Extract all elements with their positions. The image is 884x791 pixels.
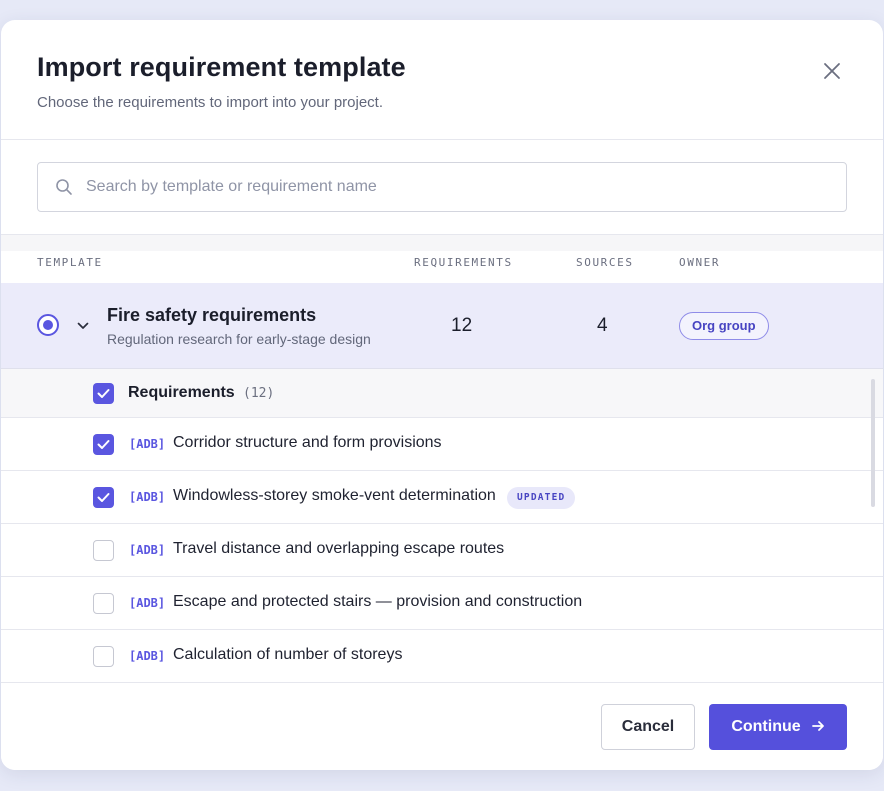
requirement-checkbox[interactable] [93,593,114,614]
dialog-title: Import requirement template [37,52,406,82]
column-header-sources: SOURCES [576,256,634,269]
updated-badge: UPDATED [507,487,576,509]
template-radio[interactable] [37,314,59,336]
template-row[interactable]: Fire safety requirements Regulation rese… [1,283,883,369]
requirement-checkbox[interactable] [93,540,114,561]
requirement-row[interactable]: [ADB] Travel distance and overlapping es… [1,524,883,577]
search-section [1,140,883,235]
search-input[interactable] [86,163,826,211]
section-divider [1,235,883,251]
requirement-checkbox[interactable] [93,646,114,667]
owner-badge: Org group [679,312,769,340]
table-header: TEMPLATE REQUIREMENTS SOURCES OWNER [1,251,883,283]
column-header-template: TEMPLATE [37,256,103,269]
requirement-row[interactable]: [ADB] Calculation of number of storeys [1,630,883,683]
requirements-list: Requirements (12) [ADB] Corridor structu… [1,369,883,683]
group-count: (12) [243,386,275,401]
requirement-label: Calculation of number of storeys [173,646,403,663]
group-label: Requirements [128,384,235,401]
requirement-checkbox[interactable] [93,487,114,508]
requirement-tag: [ADB] [129,596,166,610]
arrow-right-icon [811,721,824,731]
search-box [37,162,847,212]
requirement-label: Windowless-storey smoke-vent determinati… [173,487,496,504]
requirement-tag: [ADB] [129,649,166,663]
chevron-down-icon[interactable] [76,319,90,333]
requirement-label: Escape and protected stairs — provision … [173,593,583,610]
requirement-label: Corridor structure and form provisions [173,434,442,451]
dialog-footer: Cancel Continue [1,682,883,770]
import-template-dialog: Import requirement template Choose the r… [1,20,883,770]
list-scrollbar[interactable] [871,379,875,507]
template-description: Regulation research for early-stage desi… [107,331,371,347]
dialog-header: Import requirement template Choose the r… [1,20,883,140]
column-header-requirements: REQUIREMENTS [414,256,513,269]
requirement-tag: [ADB] [129,437,166,451]
column-header-owner: OWNER [679,256,721,269]
continue-label: Continue [731,718,801,735]
template-sources-count: 4 [597,315,608,336]
requirements-group-row: Requirements (12) [1,369,883,418]
cancel-button[interactable]: Cancel [601,704,695,750]
requirement-row[interactable]: [ADB] Escape and protected stairs — prov… [1,577,883,630]
requirement-tag: [ADB] [129,490,166,504]
template-requirements-count: 12 [451,315,473,336]
requirement-row[interactable]: [ADB] Windowless-storey smoke-vent deter… [1,471,883,524]
search-icon [56,179,72,195]
dialog-subtitle: Choose the requirements to import into y… [37,94,384,111]
close-icon[interactable] [821,60,843,82]
requirement-tag: [ADB] [129,543,166,557]
group-checkbox[interactable] [93,383,114,404]
requirement-checkbox[interactable] [93,434,114,455]
requirement-row[interactable]: [ADB] Corridor structure and form provis… [1,418,883,471]
continue-button[interactable]: Continue [709,704,847,750]
template-name: Fire safety requirements [107,305,317,325]
requirement-label: Travel distance and overlapping escape r… [173,540,505,557]
